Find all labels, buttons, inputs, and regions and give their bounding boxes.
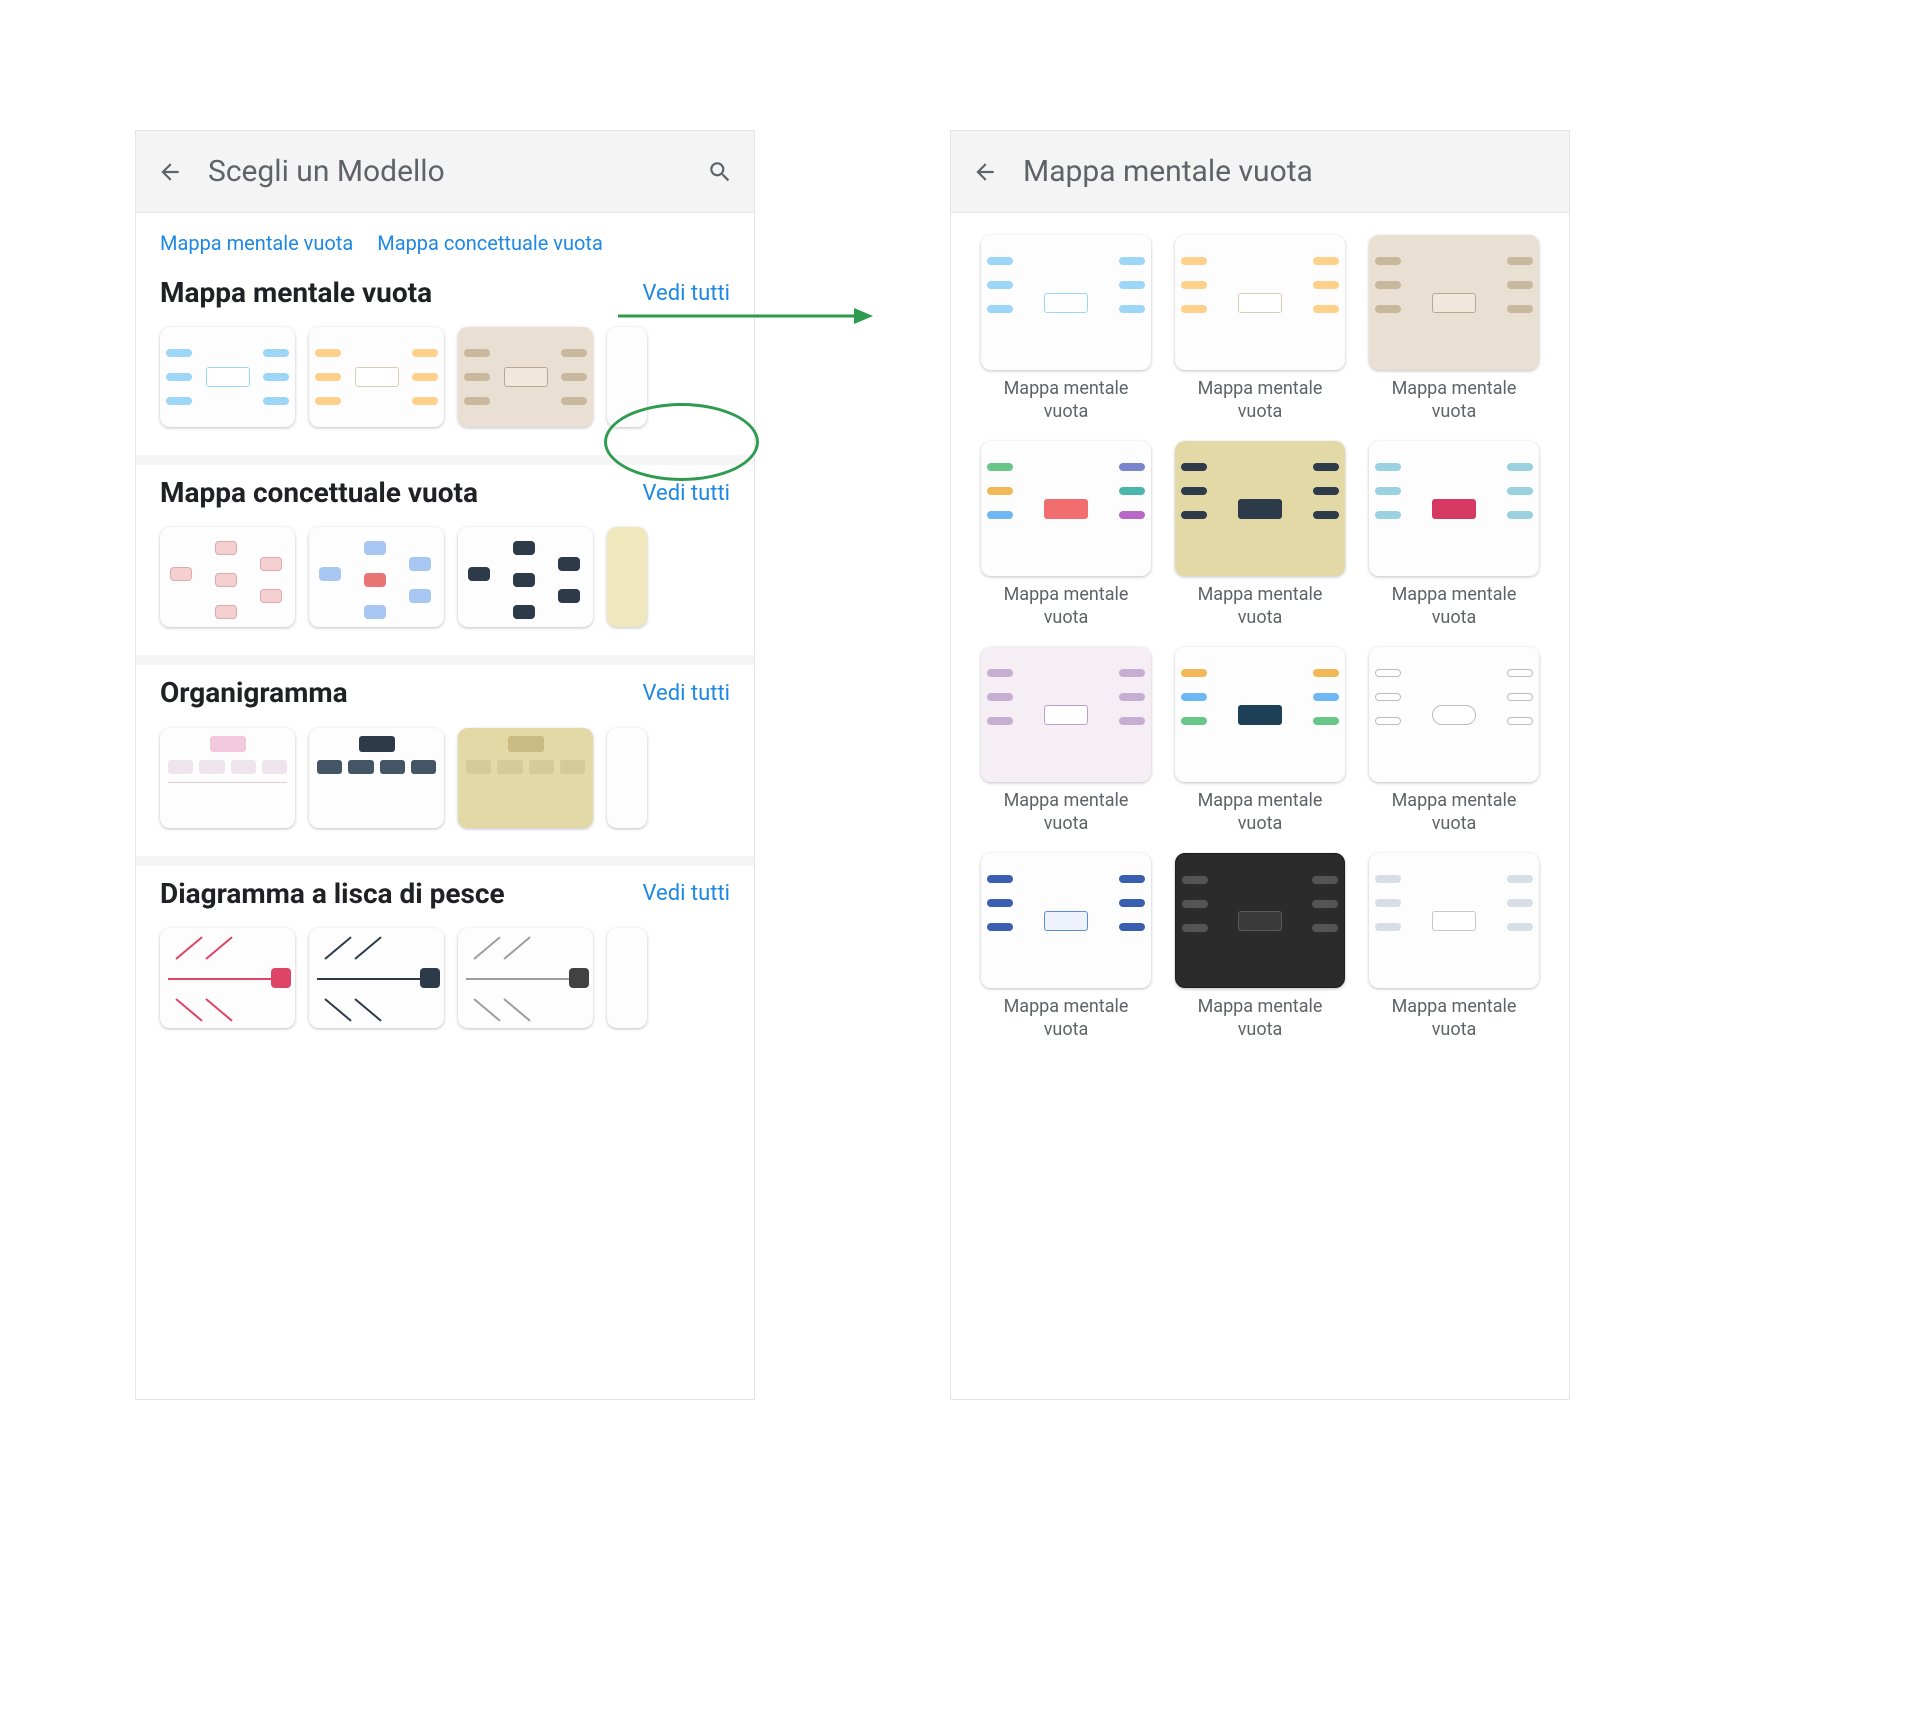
template-card[interactable]	[981, 235, 1151, 370]
template-card[interactable]	[309, 928, 444, 1028]
template-card[interactable]	[1369, 853, 1539, 988]
category-chips: Mappa mentale vuota Mappa concettuale vu…	[136, 213, 754, 265]
appbar: Scegli un Modello	[136, 131, 754, 213]
template-card[interactable]	[160, 728, 295, 828]
see-all-link[interactable]: Vedi tutti	[643, 681, 730, 706]
template-row[interactable]	[136, 918, 754, 1056]
template-card-peek[interactable]	[607, 527, 647, 627]
content: Mappa mentale vuota Mappa concettuale vu…	[136, 213, 754, 1399]
section-title: Diagramma a lisca di pesce	[160, 878, 633, 910]
template-item[interactable]: Mappa mentale vuota	[1369, 853, 1539, 1041]
template-card[interactable]	[458, 327, 593, 427]
template-row[interactable]	[136, 517, 754, 655]
back-button[interactable]	[150, 152, 190, 192]
template-grid: Mappa mentale vuota Mappa mentale vuota Ma…	[951, 213, 1569, 1063]
template-label: Mappa mentale vuota	[981, 790, 1151, 835]
template-card[interactable]	[458, 527, 593, 627]
template-card-peek[interactable]	[607, 928, 647, 1028]
content: Mappa mentale vuota Mappa mentale vuota Ma…	[951, 213, 1569, 1399]
template-card[interactable]	[981, 441, 1151, 576]
template-item[interactable]: Mappa mentale vuota	[1175, 647, 1345, 835]
template-card[interactable]	[1175, 235, 1345, 370]
template-card[interactable]	[1175, 441, 1345, 576]
template-item[interactable]: Mappa mentale vuota	[1369, 647, 1539, 835]
template-label: Mappa mentale vuota	[1369, 996, 1539, 1041]
template-card-peek[interactable]	[607, 327, 647, 427]
template-item[interactable]: Mappa mentale vuota	[981, 235, 1151, 423]
template-card[interactable]	[1369, 441, 1539, 576]
appbar-title: Scegli un Modello	[208, 154, 682, 189]
section-mind-map: Mappa mentale vuota Vedi tutti	[136, 265, 754, 465]
template-label: Mappa mentale vuota	[1369, 790, 1539, 835]
chip-concept-map[interactable]: Mappa concettuale vuota	[377, 231, 603, 255]
arrow-left-icon	[972, 159, 998, 185]
template-label: Mappa mentale vuota	[981, 584, 1151, 629]
template-card[interactable]	[309, 728, 444, 828]
appbar-title: Mappa mentale vuota	[1023, 154, 1555, 189]
search-icon	[707, 159, 733, 185]
template-card[interactable]	[160, 527, 295, 627]
template-item[interactable]: Mappa mentale vuota	[981, 853, 1151, 1041]
template-card[interactable]	[160, 327, 295, 427]
template-card[interactable]	[458, 928, 593, 1028]
template-label: Mappa mentale vuota	[1175, 584, 1345, 629]
section-title: Mappa concettuale vuota	[160, 477, 633, 509]
screen-mind-map-templates: Mappa mentale vuota Mappa mentale vuotaM…	[950, 130, 1570, 1400]
see-all-link[interactable]: Vedi tutti	[643, 881, 730, 906]
appbar: Mappa mentale vuota	[951, 131, 1569, 213]
template-label: Mappa mentale vuota	[1175, 378, 1345, 423]
section-concept-map: Mappa concettuale vuota Vedi tutti	[136, 465, 754, 665]
chip-mind-map[interactable]: Mappa mentale vuota	[160, 231, 353, 255]
template-item[interactable]: Mappa mentale vuota	[1175, 853, 1345, 1041]
arrow-left-icon	[157, 159, 183, 185]
template-label: Mappa mentale vuota	[1175, 996, 1345, 1041]
template-card[interactable]	[160, 928, 295, 1028]
section-title: Mappa mentale vuota	[160, 277, 633, 309]
template-item[interactable]: Mappa mentale vuota	[1175, 235, 1345, 423]
template-label: Mappa mentale vuota	[981, 378, 1151, 423]
template-row[interactable]	[136, 718, 754, 856]
template-label: Mappa mentale vuota	[1369, 584, 1539, 629]
search-button[interactable]	[700, 152, 740, 192]
section-title: Organigramma	[160, 677, 633, 709]
section-org-chart: Organigramma Vedi tutti	[136, 665, 754, 865]
section-fishbone: Diagramma a lisca di pesce Vedi tutti	[136, 866, 754, 1056]
template-label: Mappa mentale vuota	[1175, 790, 1345, 835]
template-card[interactable]	[981, 647, 1151, 782]
screen-choose-template: Scegli un Modello Mappa mentale vuota Ma…	[135, 130, 755, 1400]
template-card[interactable]	[1369, 235, 1539, 370]
template-item[interactable]: Mappa mentale vuota	[1369, 441, 1539, 629]
template-label: Mappa mentale vuota	[981, 996, 1151, 1041]
see-all-link[interactable]: Vedi tutti	[643, 281, 730, 306]
template-card[interactable]	[1175, 853, 1345, 988]
template-card[interactable]	[1369, 647, 1539, 782]
template-row[interactable]	[136, 317, 754, 455]
template-card[interactable]	[458, 728, 593, 828]
see-all-link[interactable]: Vedi tutti	[643, 481, 730, 506]
template-card[interactable]	[981, 853, 1151, 988]
template-item[interactable]: Mappa mentale vuota	[981, 647, 1151, 835]
back-button[interactable]	[965, 152, 1005, 192]
template-item[interactable]: Mappa mentale vuota	[1175, 441, 1345, 629]
template-card[interactable]	[309, 327, 444, 427]
template-label: Mappa mentale vuota	[1369, 378, 1539, 423]
template-card[interactable]	[309, 527, 444, 627]
template-item[interactable]: Mappa mentale vuota	[1369, 235, 1539, 423]
template-card[interactable]	[1175, 647, 1345, 782]
template-card-peek[interactable]	[607, 728, 647, 828]
template-item[interactable]: Mappa mentale vuota	[981, 441, 1151, 629]
